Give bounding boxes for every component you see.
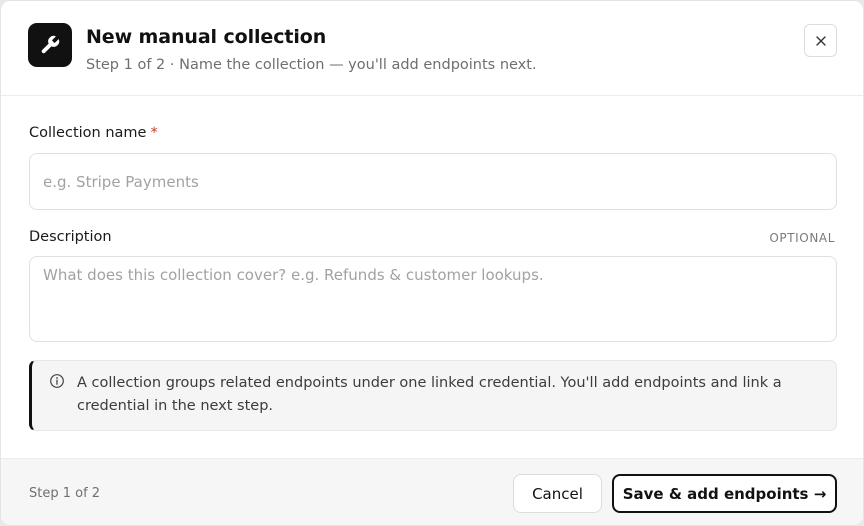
dialog-title: New manual collection: [86, 26, 327, 48]
cancel-button[interactable]: Cancel: [513, 474, 602, 513]
info-icon: [50, 374, 64, 388]
collection-name-input[interactable]: [29, 153, 837, 210]
wrench-icon: [28, 23, 72, 67]
close-button[interactable]: [804, 24, 837, 57]
description-input[interactable]: [29, 256, 837, 342]
collection-name-label: Collection name *: [29, 125, 158, 141]
footer-step-indicator: Step 1 of 2: [29, 486, 101, 501]
dialog-subtitle: Step 1 of 2 · Name the collection — you'…: [86, 57, 537, 73]
new-collection-dialog: New manual collection Step 1 of 2 · Name…: [0, 0, 864, 526]
close-icon: [815, 35, 826, 46]
description-label: Description: [29, 229, 112, 245]
dialog-footer: Step 1 of 2 Cancel Save & add endpoints …: [1, 458, 863, 525]
info-callout: A collection groups related endpoints un…: [29, 360, 837, 431]
info-text: A collection groups related endpoints un…: [77, 375, 782, 414]
optional-tag: OPTIONAL: [769, 231, 835, 245]
dialog-header: New manual collection Step 1 of 2 · Name…: [1, 1, 863, 96]
required-marker: *: [150, 125, 158, 141]
save-add-endpoints-button[interactable]: Save & add endpoints →: [612, 474, 837, 513]
